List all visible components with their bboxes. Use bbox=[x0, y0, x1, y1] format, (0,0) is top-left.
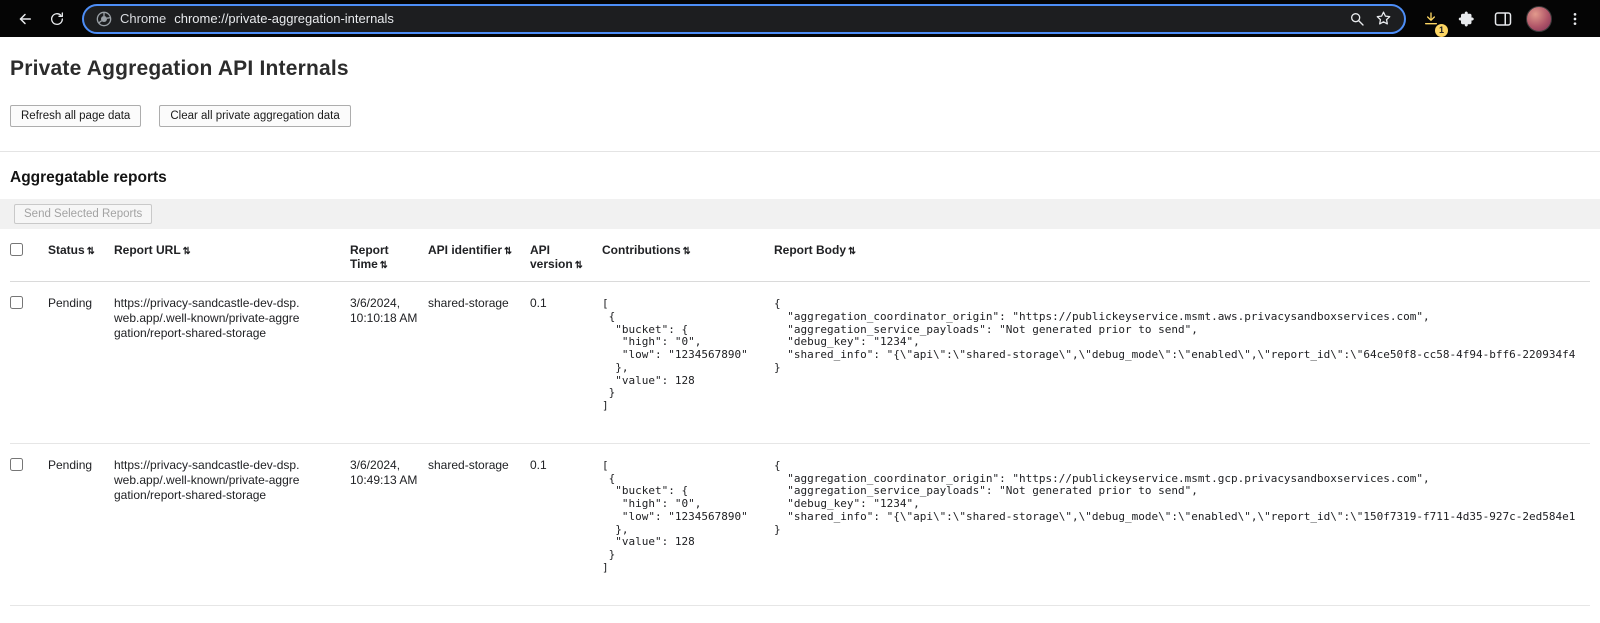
header-api-version-label: API version bbox=[530, 243, 573, 271]
cell-report-body: { "aggregation_coordinator_origin": "htt… bbox=[774, 282, 1590, 444]
report-body-json: { "aggregation_coordinator_origin": "htt… bbox=[774, 298, 1582, 375]
select-all-checkbox[interactable] bbox=[10, 243, 23, 256]
cell-api-identifier: shared-storage bbox=[428, 443, 530, 605]
header-report-url[interactable]: Report URL⇅ bbox=[114, 231, 350, 282]
site-chip-label: Chrome bbox=[120, 11, 166, 26]
sort-icon: ⇅ bbox=[683, 246, 691, 257]
report-row[interactable]: Pending https://privacy-sandcastle-dev-d… bbox=[10, 443, 1590, 605]
header-status[interactable]: Status⇅ bbox=[48, 231, 114, 282]
sort-icon: ⇅ bbox=[183, 246, 191, 257]
cell-contributions: [ { "bucket": { "high": "0", "low": "123… bbox=[602, 443, 774, 605]
row-checkbox[interactable] bbox=[10, 296, 23, 309]
cell-api-version: 0.1 bbox=[530, 443, 602, 605]
header-contributions[interactable]: Contributions⇅ bbox=[602, 231, 774, 282]
side-panel-icon bbox=[1494, 11, 1512, 27]
report-row[interactable]: Pending https://privacy-sandcastle-dev-d… bbox=[10, 282, 1590, 444]
header-api-identifier[interactable]: API identifier⇅ bbox=[428, 231, 530, 282]
refresh-button[interactable] bbox=[42, 4, 72, 34]
send-selected-reports-button[interactable]: Send Selected Reports bbox=[14, 204, 152, 224]
browser-toolbar: Chrome chrome://private-aggregation-inte… bbox=[0, 0, 1600, 37]
bookmark-star-icon[interactable] bbox=[1375, 10, 1392, 27]
url-text: chrome://private-aggregation-internals bbox=[174, 11, 1341, 26]
table-header-row: Status⇅ Report URL⇅ Report Time⇅ API ide… bbox=[10, 231, 1590, 282]
reports-table: Status⇅ Report URL⇅ Report Time⇅ API ide… bbox=[10, 231, 1590, 606]
sort-icon: ⇅ bbox=[87, 246, 95, 257]
omnibox[interactable]: Chrome chrome://private-aggregation-inte… bbox=[82, 4, 1406, 34]
cell-report-time: 3/6/2024, 10:49:13 AM bbox=[350, 443, 428, 605]
page-content: Private Aggregation API Internals Refres… bbox=[0, 57, 1600, 606]
sort-icon: ⇅ bbox=[504, 246, 512, 257]
page-title: Private Aggregation API Internals bbox=[10, 57, 1590, 81]
menu-button[interactable] bbox=[1560, 4, 1590, 34]
search-icon[interactable] bbox=[1349, 11, 1365, 27]
header-api-identifier-label: API identifier bbox=[428, 243, 502, 257]
back-button[interactable] bbox=[10, 4, 40, 34]
chrome-logo-icon bbox=[96, 11, 112, 27]
refresh-icon bbox=[49, 11, 65, 27]
download-count-badge: 1 bbox=[1435, 24, 1448, 37]
page-actions: Refresh all page data Clear all private … bbox=[10, 105, 1590, 127]
header-contributions-label: Contributions bbox=[602, 243, 681, 257]
downloads-button[interactable]: 1 bbox=[1416, 4, 1446, 34]
cell-report-url: https://privacy-sandcastle-dev-dsp.web.a… bbox=[114, 443, 350, 605]
header-status-label: Status bbox=[48, 243, 85, 257]
refresh-all-page-data-button[interactable]: Refresh all page data bbox=[10, 105, 141, 127]
cell-api-identifier: shared-storage bbox=[428, 282, 530, 444]
cell-report-body: { "aggregation_coordinator_origin": "htt… bbox=[774, 443, 1590, 605]
clear-all-private-aggregation-data-button[interactable]: Clear all private aggregation data bbox=[159, 105, 350, 127]
send-toolbar: Send Selected Reports bbox=[0, 199, 1600, 229]
toolbar-right-cluster: 1 bbox=[1416, 4, 1590, 34]
row-checkbox[interactable] bbox=[10, 458, 23, 471]
avatar bbox=[1526, 6, 1552, 32]
profile-button[interactable] bbox=[1524, 4, 1554, 34]
back-icon bbox=[16, 10, 34, 28]
sort-icon: ⇅ bbox=[848, 246, 856, 257]
header-report-time[interactable]: Report Time⇅ bbox=[350, 231, 428, 282]
contributions-json: [ { "bucket": { "high": "0", "low": "123… bbox=[602, 298, 766, 413]
sort-icon: ⇅ bbox=[380, 260, 388, 271]
puzzle-icon bbox=[1458, 10, 1476, 28]
download-icon bbox=[1423, 11, 1439, 27]
report-body-json: { "aggregation_coordinator_origin": "htt… bbox=[774, 460, 1582, 537]
extensions-button[interactable] bbox=[1452, 4, 1482, 34]
cell-api-version: 0.1 bbox=[530, 282, 602, 444]
sort-icon: ⇅ bbox=[575, 260, 583, 271]
cell-status: Pending bbox=[48, 443, 114, 605]
header-report-body[interactable]: Report Body⇅ bbox=[774, 231, 1590, 282]
contributions-json: [ { "bucket": { "high": "0", "low": "123… bbox=[602, 460, 766, 575]
kebab-menu-icon bbox=[1567, 11, 1583, 27]
section-title: Aggregatable reports bbox=[10, 169, 1590, 187]
cell-status: Pending bbox=[48, 282, 114, 444]
divider bbox=[0, 151, 1600, 152]
cell-report-time: 3/6/2024, 10:10:18 AM bbox=[350, 282, 428, 444]
header-report-body-label: Report Body bbox=[774, 243, 846, 257]
header-api-version[interactable]: API version⇅ bbox=[530, 231, 602, 282]
header-report-url-label: Report URL bbox=[114, 243, 181, 257]
cell-report-url: https://privacy-sandcastle-dev-dsp.web.a… bbox=[114, 282, 350, 444]
side-panel-button[interactable] bbox=[1488, 4, 1518, 34]
cell-contributions: [ { "bucket": { "high": "0", "low": "123… bbox=[602, 282, 774, 444]
